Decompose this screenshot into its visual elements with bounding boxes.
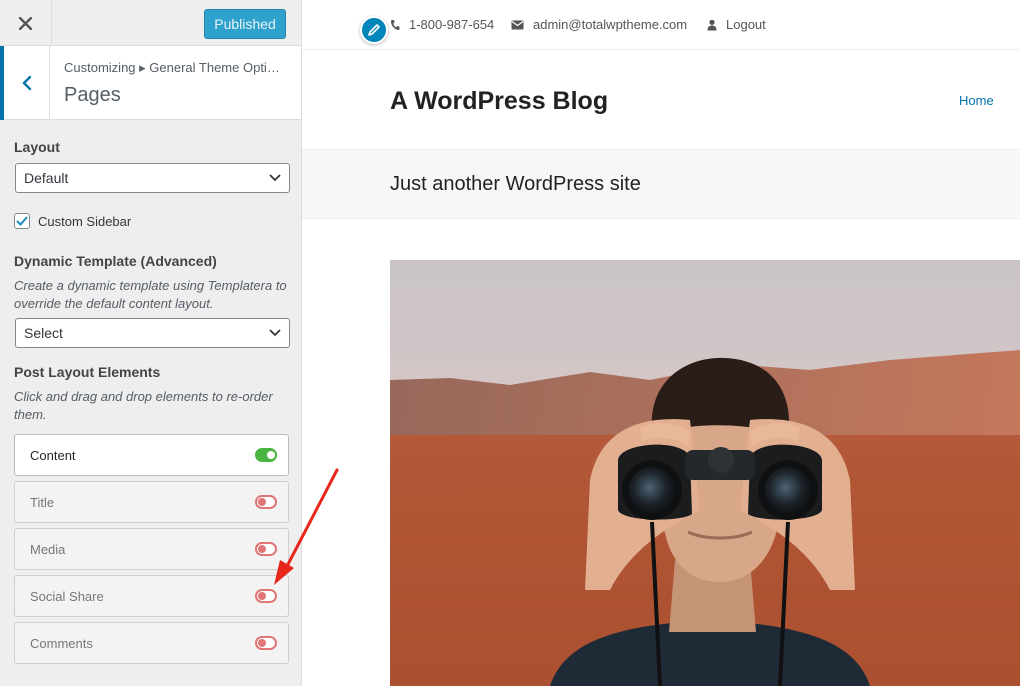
dynamic-template-label: Dynamic Template (Advanced): [14, 253, 217, 269]
customizer-sidebar: Published Customizing ▸ General Theme Op…: [0, 0, 302, 686]
phone-icon: [391, 19, 400, 30]
custom-sidebar-checkbox[interactable]: [14, 213, 30, 229]
custom-sidebar-row: Custom Sidebar: [14, 213, 131, 229]
chevron-down-icon: [269, 174, 281, 182]
site-title[interactable]: A WordPress Blog: [390, 87, 608, 116]
layout-element-label: Comments: [30, 636, 93, 651]
topbar-phone-text: 1-800-987-654: [409, 17, 495, 32]
toggle-content[interactable]: [255, 448, 277, 462]
custom-sidebar-label: Custom Sidebar: [38, 213, 132, 229]
toggle-comments[interactable]: [255, 636, 277, 650]
toggle-media[interactable]: [255, 542, 277, 556]
checkmark-icon: [16, 216, 28, 226]
layout-element-media[interactable]: Media: [14, 528, 289, 570]
layout-select[interactable]: Default: [15, 163, 290, 193]
post-layout-label: Post Layout Elements: [14, 364, 161, 380]
man-with-binoculars-image: [390, 260, 1020, 686]
layout-element-comments[interactable]: Comments: [14, 622, 289, 664]
site-preview: 1-800-987-654 admin@totalwptheme.com Log…: [302, 0, 1020, 686]
layout-element-title[interactable]: Title: [14, 481, 289, 523]
layout-element-social-share[interactable]: Social Share: [14, 575, 289, 617]
user-icon: [707, 19, 717, 30]
dynamic-template-select-value: Select: [24, 325, 63, 341]
site-header: A WordPress Blog Home: [302, 51, 1020, 149]
layout-element-label: Content: [30, 448, 76, 463]
chevron-down-icon: [269, 329, 281, 337]
layout-element-label: Social Share: [30, 589, 104, 604]
page-header-band: Just another WordPress site: [302, 149, 1020, 219]
layout-element-content[interactable]: Content: [14, 434, 289, 476]
featured-image: [390, 260, 1020, 686]
section-title: Pages: [64, 84, 121, 106]
close-icon: [19, 16, 32, 30]
breadcrumb: Customizing ▸ General Theme Opti…: [64, 60, 280, 75]
close-customizer-button[interactable]: [0, 0, 52, 46]
topbar-email-text: admin@totalwptheme.com: [533, 17, 688, 32]
section-header: Customizing ▸ General Theme Opti… Pages: [0, 46, 301, 120]
topbar-logout-text: Logout: [726, 17, 766, 32]
layout-element-label: Title: [30, 495, 55, 510]
dynamic-template-description: Create a dynamic template using Template…: [14, 278, 287, 311]
topbar-logout[interactable]: Logout: [707, 17, 766, 32]
toggle-social-share[interactable]: [255, 589, 277, 603]
chevron-left-icon: [21, 75, 31, 91]
toggle-title[interactable]: [255, 495, 277, 509]
pencil-icon: [368, 24, 380, 36]
layout-element-label: Media: [30, 542, 66, 557]
layout-select-value: Default: [24, 170, 69, 186]
dynamic-template-select[interactable]: Select: [15, 318, 290, 348]
published-button[interactable]: Published: [204, 9, 286, 39]
nav-link-home[interactable]: Home: [959, 93, 994, 108]
layout-label: Layout: [14, 139, 60, 155]
back-button[interactable]: [0, 46, 50, 120]
sidebar-header: Published: [0, 0, 301, 46]
topbar-phone: 1-800-987-654: [390, 17, 494, 32]
edit-shortcut-button[interactable]: [360, 16, 388, 44]
topbar-email[interactable]: admin@totalwptheme.com: [511, 17, 687, 32]
top-bar: 1-800-987-654 admin@totalwptheme.com Log…: [302, 0, 1020, 50]
envelope-icon: [511, 20, 524, 29]
site-tagline: Just another WordPress site: [390, 173, 641, 195]
post-layout-description: Click and drag and drop elements to re-o…: [14, 389, 273, 422]
